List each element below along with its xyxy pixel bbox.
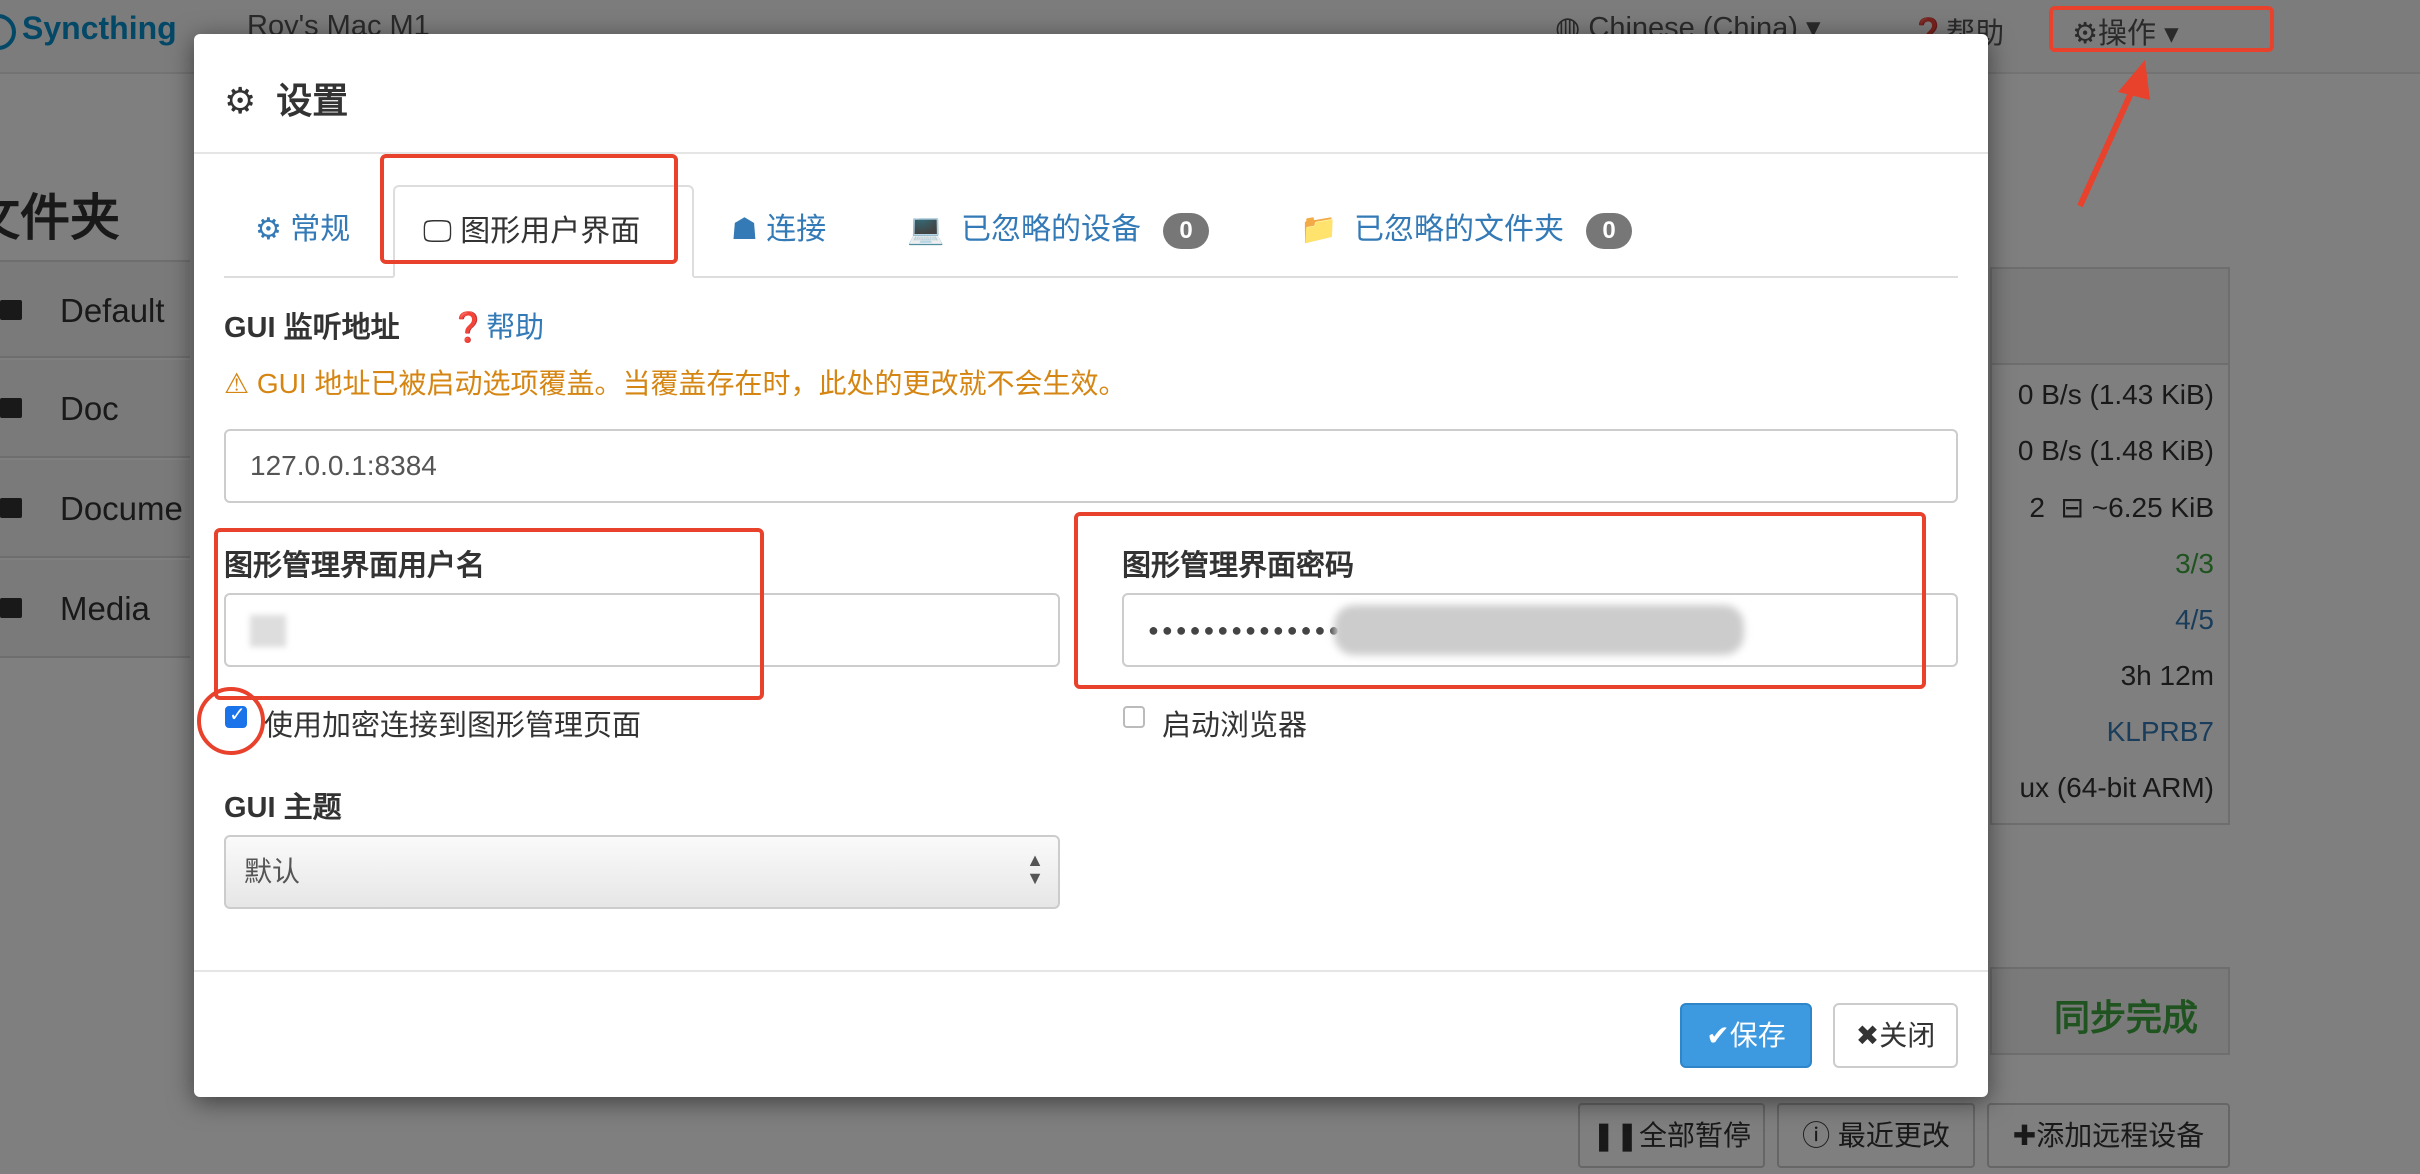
annotation-arrow <box>2077 60 2150 208</box>
